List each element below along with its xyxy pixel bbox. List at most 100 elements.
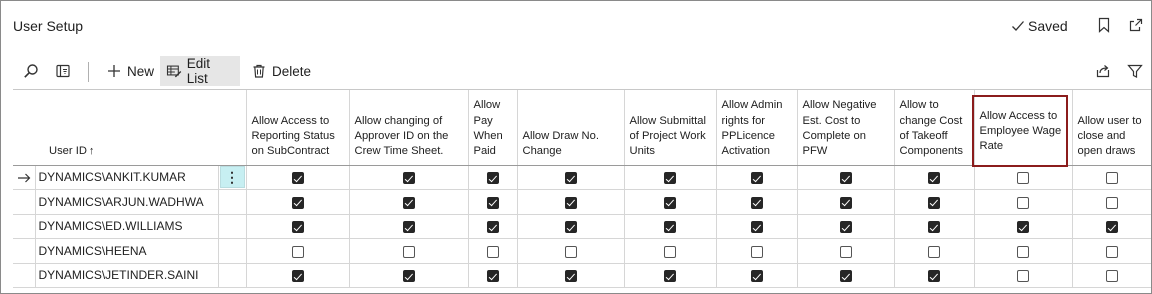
permission-checkbox[interactable]: [928, 172, 940, 185]
user-id-cell[interactable]: DYNAMICS\HEENA: [34, 238, 218, 264]
checkbox-cell: [516, 189, 624, 215]
permission-checkbox[interactable]: [564, 172, 577, 185]
row-menu-cell: [217, 238, 246, 264]
checkbox-cell: [893, 165, 974, 190]
column-header-allow-submittal[interactable]: Allow Submittal of Project Work Units: [623, 90, 716, 166]
permission-checkbox[interactable]: [291, 221, 304, 234]
permission-checkbox[interactable]: [839, 221, 852, 234]
permission-checkbox[interactable]: [928, 221, 940, 234]
permission-checkbox[interactable]: [1017, 196, 1029, 209]
sort-ascending-icon: ↑: [88, 145, 95, 158]
column-header-user-id[interactable]: User ID ↑: [35, 90, 218, 166]
permission-checkbox[interactable]: [486, 172, 499, 185]
action-bar: New Edit List Delete: [1, 53, 1151, 89]
permission-checkbox[interactable]: [1105, 221, 1118, 234]
column-header-allow-change-approver[interactable]: Allow changing of Approver ID on the Cre…: [348, 90, 468, 166]
permission-checkbox[interactable]: [750, 196, 763, 209]
permission-checkbox[interactable]: [839, 196, 852, 209]
checkbox-cell: [796, 165, 894, 190]
table-row[interactable]: DYNAMICS\HEENA: [13, 238, 1151, 264]
permission-checkbox[interactable]: [928, 270, 940, 283]
row-indicator-header: [13, 90, 35, 166]
permission-checkbox[interactable]: [291, 270, 304, 283]
share-button[interactable]: [1089, 56, 1117, 86]
checkbox-cell: [715, 263, 797, 288]
permission-checkbox[interactable]: [1017, 270, 1029, 283]
permission-checkbox[interactable]: [664, 196, 676, 209]
column-header-allow-negative-est[interactable]: Allow Negative Est. Cost to Complete on …: [796, 90, 894, 166]
row-actions-menu-button[interactable]: ⋮: [219, 166, 245, 189]
search-button[interactable]: [17, 56, 45, 86]
permission-checkbox[interactable]: [664, 245, 676, 258]
permission-checkbox[interactable]: [1105, 270, 1118, 283]
permission-checkbox[interactable]: [486, 270, 499, 283]
checkbox-cell: [348, 214, 468, 239]
user-id-cell[interactable]: DYNAMICS\ANKIT.KUMAR: [34, 165, 218, 190]
column-header-allow-draw-no-change[interactable]: Allow Draw No. Change: [516, 90, 624, 166]
permission-checkbox[interactable]: [486, 196, 499, 209]
checkbox-cell: [973, 214, 1072, 239]
permission-checkbox[interactable]: [402, 221, 415, 234]
permission-checkbox[interactable]: [750, 245, 763, 258]
permission-checkbox[interactable]: [839, 270, 852, 283]
permission-checkbox[interactable]: [1017, 245, 1029, 258]
user-id-cell[interactable]: DYNAMICS\ED.WILLIAMS: [34, 214, 218, 239]
checkbox-cell: [467, 238, 517, 264]
row-menu-cell: ⋮: [217, 165, 246, 190]
permission-checkbox[interactable]: [291, 245, 304, 258]
table-row[interactable]: DYNAMICS\ANKIT.KUMAR ⋮: [13, 165, 1151, 190]
column-header-allow-close-open-draws[interactable]: Allow user to close and open draws: [1071, 90, 1151, 166]
column-header-allow-access-wage[interactable]: Allow Access to Employee Wage Rate: [973, 90, 1072, 166]
table-row[interactable]: DYNAMICS\JETINDER.SAINI: [13, 263, 1151, 288]
permission-checkbox[interactable]: [1105, 196, 1118, 209]
permission-checkbox[interactable]: [1017, 172, 1029, 185]
checkbox-cell: [245, 165, 349, 190]
permission-checkbox[interactable]: [928, 196, 940, 209]
user-id-cell[interactable]: DYNAMICS\JETINDER.SAINI: [34, 263, 218, 288]
permission-checkbox[interactable]: [928, 245, 940, 258]
permission-checkbox[interactable]: [750, 270, 763, 283]
checkbox-cell: [973, 263, 1072, 288]
permission-checkbox[interactable]: [402, 196, 415, 209]
bookmark-icon[interactable]: [1096, 17, 1112, 33]
permission-checkbox[interactable]: [664, 270, 676, 283]
permission-checkbox[interactable]: [750, 221, 763, 234]
permission-checkbox[interactable]: [1105, 245, 1118, 258]
permission-checkbox[interactable]: [486, 245, 499, 258]
table-row[interactable]: DYNAMICS\ARJUN.WADHWA: [13, 189, 1151, 215]
permission-checkbox[interactable]: [291, 172, 304, 185]
permission-checkbox[interactable]: [291, 196, 304, 209]
open-in-new-window-icon[interactable]: [1128, 17, 1144, 33]
permission-checkbox[interactable]: [402, 245, 415, 258]
permission-checkbox[interactable]: [564, 221, 577, 234]
filter-pane-button[interactable]: [49, 56, 77, 86]
new-button[interactable]: New: [100, 56, 160, 86]
edit-list-button[interactable]: Edit List: [160, 56, 240, 86]
permission-checkbox[interactable]: [839, 172, 852, 185]
filter-pane-icon: [56, 64, 70, 78]
checkbox-cell: [245, 189, 349, 215]
checkbox-cell: [796, 214, 894, 239]
column-header-allow-admin-rights[interactable]: Allow Admin rights for PPLicence Activat…: [715, 90, 797, 166]
column-header-user-id-label: User ID: [49, 145, 87, 158]
checkbox-cell: [893, 238, 974, 264]
permission-checkbox[interactable]: [750, 172, 763, 185]
user-id-cell[interactable]: DYNAMICS\ARJUN.WADHWA: [34, 189, 218, 215]
permission-checkbox[interactable]: [564, 245, 577, 258]
column-header-allow-pay-when-paid[interactable]: Allow Pay When Paid: [467, 90, 517, 166]
permission-checkbox[interactable]: [1105, 172, 1118, 185]
permission-checkbox[interactable]: [564, 196, 577, 209]
filter-button[interactable]: [1121, 56, 1149, 86]
permission-checkbox[interactable]: [664, 172, 676, 185]
delete-button[interactable]: Delete: [245, 56, 317, 86]
permission-checkbox[interactable]: [839, 245, 852, 258]
permission-checkbox[interactable]: [564, 270, 577, 283]
permission-checkbox[interactable]: [402, 270, 415, 283]
permission-checkbox[interactable]: [1017, 221, 1029, 234]
column-header-allow-access-reporting[interactable]: Allow Access to Reporting Status on SubC…: [245, 90, 349, 166]
permission-checkbox[interactable]: [402, 172, 415, 185]
column-header-allow-change-cost[interactable]: Allow to change Cost of Takeoff Componen…: [893, 90, 974, 166]
permission-checkbox[interactable]: [486, 221, 499, 234]
permission-checkbox[interactable]: [664, 221, 676, 234]
table-row[interactable]: DYNAMICS\ED.WILLIAMS: [13, 214, 1151, 239]
